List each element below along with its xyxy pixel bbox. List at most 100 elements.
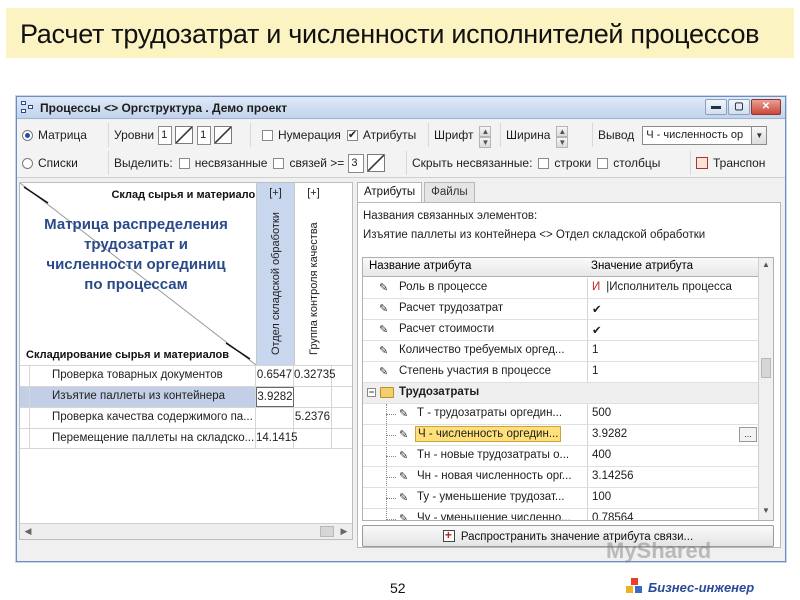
maximize-button[interactable]: ▢	[728, 99, 750, 115]
width-label: Ширина	[506, 128, 551, 142]
attribute-row[interactable]: ✎ Тн - новые трудозатраты о... 400	[363, 446, 759, 467]
attribute-value[interactable]: И |Исполнитель процесса	[587, 278, 759, 298]
radio-icon[interactable]	[22, 129, 33, 141]
scroll-left-icon[interactable]: ◀	[22, 526, 34, 537]
output-label: Вывод	[598, 128, 635, 142]
scroll-down-icon[interactable]: ▼	[761, 506, 771, 515]
window-titlebar[interactable]: Процессы <> Оргструктура . Демо проект ▬…	[17, 97, 785, 119]
attribute-value[interactable]: 1	[587, 362, 759, 382]
attribute-value[interactable]: 3.14256	[587, 467, 759, 487]
spread-value-button[interactable]: Распространить значение атрибута связи..…	[362, 525, 774, 547]
matrix-column-header[interactable]: [+] Отдел складской обработки	[256, 183, 294, 365]
matrix-row-name: Изъятие паллеты из контейнера	[20, 387, 256, 407]
scroll-thumb[interactable]	[761, 358, 771, 378]
transpose-icon	[696, 157, 708, 169]
transpose-button[interactable]: Транспон	[691, 151, 781, 175]
attribute-value[interactable]: 0.78564	[587, 509, 759, 520]
attribute-grid-scrollbar[interactable]: ▲ ▼	[758, 258, 773, 520]
edit-pencil-icon: ✎	[379, 303, 389, 315]
expand-column-button[interactable]: [+]	[295, 187, 332, 199]
attribute-row[interactable]: ✎ Роль в процессе И |Исполнитель процесса	[363, 278, 759, 299]
unlinked-checkbox[interactable]	[178, 157, 190, 169]
attribute-value[interactable]: 3.9282...	[587, 425, 759, 445]
attribute-value[interactable]: 100	[587, 488, 759, 508]
matrix-label: Матрица	[38, 128, 87, 142]
scroll-right-icon[interactable]: ▶	[338, 526, 350, 537]
scroll-up-icon[interactable]: ▲	[761, 260, 771, 269]
font-label: Шрифт	[434, 128, 474, 142]
matrix-row[interactable]: Проверка качества содержимого па... 5.23…	[20, 407, 352, 428]
radio-icon[interactable]	[22, 157, 33, 169]
font-updown[interactable]: ▲ ▼	[479, 126, 492, 148]
hide-rows-checkbox[interactable]	[538, 157, 550, 169]
hide-unlinked-label: Скрыть несвязанные:	[412, 156, 533, 170]
hide-columns-checkbox[interactable]	[597, 157, 609, 169]
matrix-header: Склад сырья и материалов Матрица распред…	[20, 183, 352, 365]
matrix-row-selected[interactable]: Изъятие паллеты из контейнера 3.9282	[20, 386, 352, 407]
matrix-row[interactable]: Перемещение паллеты на складско... 14.14…	[20, 428, 352, 449]
minimize-button[interactable]: ▬	[705, 99, 727, 115]
attribute-row[interactable]: ✎ Расчет трудозатрат ✔	[363, 299, 759, 320]
expand-column-button[interactable]: [+]	[257, 187, 294, 199]
edit-value-button[interactable]: ...	[739, 427, 757, 442]
attribute-row[interactable]: ✎ Т - трудозатраты оргедин... 500	[363, 404, 759, 425]
matrix-cell[interactable]: 0.32735	[294, 366, 336, 386]
header-attribute-name[interactable]: Название атрибута	[369, 260, 471, 272]
attribute-row[interactable]: ✎ Чн - новая численность орг... 3.14256	[363, 467, 759, 488]
matrix-cell[interactable]: 14.1415	[256, 429, 298, 449]
attribute-name: Тн - новые трудозатраты о...	[417, 449, 570, 461]
matrix-cell[interactable]	[256, 408, 294, 428]
app-window: Процессы <> Оргструктура . Демо проект ▬…	[16, 96, 786, 562]
attribute-name: Расчет стоимости	[399, 323, 495, 335]
close-button[interactable]: ✕	[751, 99, 781, 115]
numbering-checkbox[interactable]	[262, 129, 273, 141]
matrix-cell-selected[interactable]: 3.9282	[256, 387, 294, 407]
links-label: связей >=	[289, 156, 345, 170]
header-attribute-value[interactable]: Значение атрибута	[591, 260, 693, 272]
output-select[interactable]: Ч - численность ор	[642, 125, 753, 145]
matrix-horizontal-scrollbar[interactable]: ◀ ▶	[20, 523, 352, 539]
attribute-value[interactable]: 500	[587, 404, 759, 424]
column-name: Отдел складской обработки	[269, 212, 282, 355]
matrix-cell[interactable]	[294, 429, 332, 449]
attribute-row-selected[interactable]: ✎ Ч - численность оргедин... 3.9282...	[363, 425, 759, 446]
links-count-input[interactable]: 3	[348, 153, 365, 173]
folder-icon	[380, 387, 394, 398]
matrix-row-name: Перемещение паллеты на складско...	[20, 429, 256, 449]
matrix-cell[interactable]	[294, 387, 332, 407]
attribute-value[interactable]: 1	[587, 341, 759, 361]
matrix-cell[interactable]: 0.6547	[256, 366, 294, 386]
attribute-name: Расчет трудозатрат	[399, 302, 504, 314]
matrix-cell[interactable]: 5.2376	[294, 408, 332, 428]
attribute-value-checkbox[interactable]: ✔	[587, 299, 759, 319]
attribute-row[interactable]: ✎ Чу - уменьшение численно... 0.78564	[363, 509, 759, 520]
attributes-label: Атрибуты	[362, 128, 417, 142]
lists-radio[interactable]: Списки	[17, 151, 109, 175]
attributes-checkbox[interactable]	[346, 128, 358, 141]
matrix-row[interactable]: Проверка товарных документов 0.6547 0.32…	[20, 365, 352, 386]
attribute-name: Роль в процессе	[399, 281, 488, 293]
level-from-input[interactable]: 1	[158, 125, 173, 145]
links-sort-icon[interactable]	[367, 154, 386, 172]
attribute-row[interactable]: ✎ Количество требуемых оргед... 1	[363, 341, 759, 362]
edit-pencil-icon: ✎	[399, 492, 409, 504]
chevron-down-icon[interactable]: ▼	[752, 125, 768, 145]
attribute-name: Ту - уменьшение трудозат...	[417, 491, 565, 503]
level-to-input[interactable]: 1	[197, 125, 212, 145]
level-to-sort-icon[interactable]	[214, 126, 233, 144]
attribute-value[interactable]: 400	[587, 446, 759, 466]
matrix-radio[interactable]: Матрица	[17, 123, 109, 147]
attribute-value-checkbox[interactable]: ✔	[587, 320, 759, 340]
attribute-row[interactable]: ✎ Ту - уменьшение трудозат... 100	[363, 488, 759, 509]
tab-files[interactable]: Файлы	[424, 182, 475, 202]
scroll-thumb[interactable]	[320, 526, 334, 537]
links-checkbox[interactable]	[273, 157, 285, 169]
collapse-icon[interactable]: −	[367, 388, 376, 397]
attribute-row[interactable]: ✎ Степень участия в процессе 1	[363, 362, 759, 383]
attribute-row[interactable]: ✎ Расчет стоимости ✔	[363, 320, 759, 341]
width-updown[interactable]: ▲ ▼	[556, 126, 569, 148]
matrix-column-header[interactable]: [+] Группа контроля качества	[294, 183, 332, 365]
tab-attributes[interactable]: Атрибуты	[357, 182, 423, 202]
level-from-sort-icon[interactable]	[175, 126, 194, 144]
attribute-group-row[interactable]: − Трудозатраты	[363, 383, 759, 404]
